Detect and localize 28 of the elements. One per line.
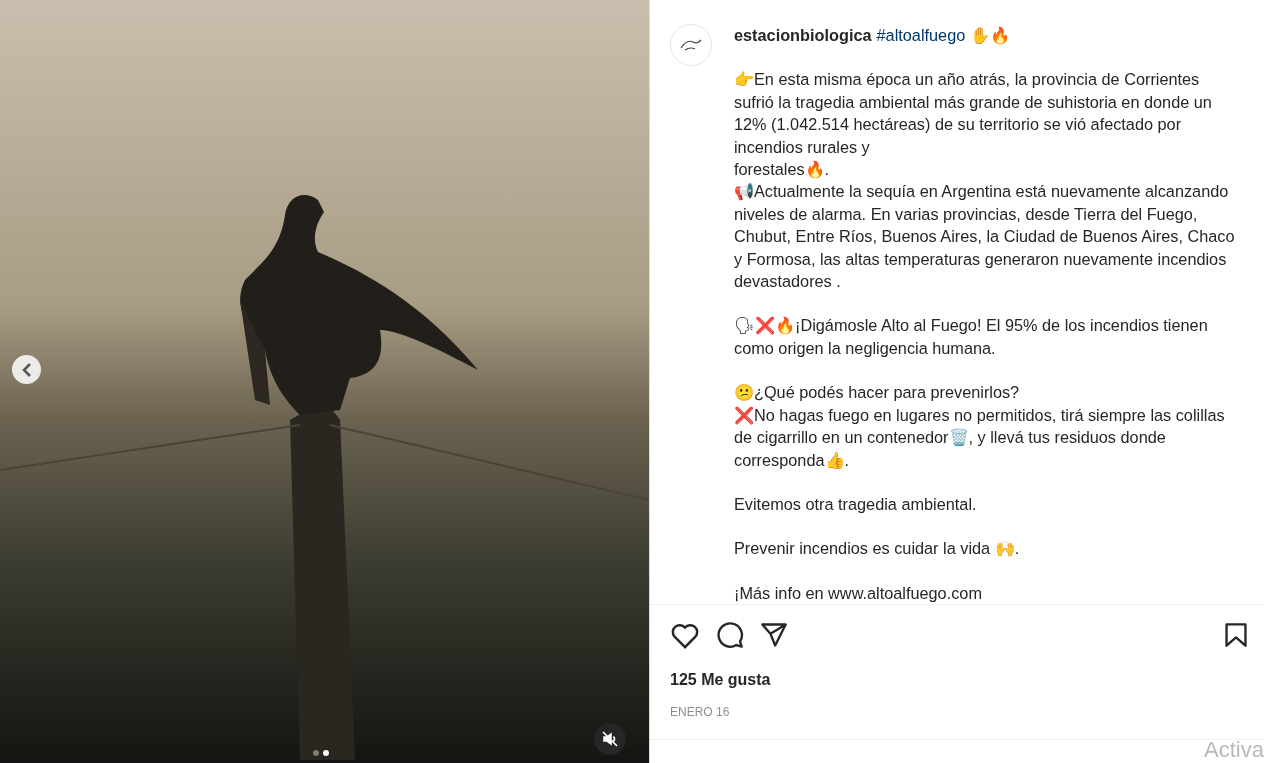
speech-bubble-icon [716,621,744,649]
paper-plane-icon [760,622,788,648]
likes-count[interactable]: 125 Me gusta [650,649,1264,689]
share-button[interactable] [760,622,788,648]
comment-button[interactable] [716,621,744,649]
like-button[interactable] [670,621,700,649]
emoji-text: ✋🔥 [970,25,1011,46]
caption-text: ❌No hagas fuego en lugares no permitidos, tirá siempre las colillas de cigarrillo en un contenedor🗑, y llevá tus residuos donde corresponda👍. [734,404,1226,471]
caption-text: Prevenir incendios es cuidar la vida 🙌. [734,538,1021,560]
caption-text: 📢Actualmente la sequía en Argentina está nuevamente alcanzando niveles de alarma. En varias provincias, desde Tierra del Fuego, Chubut, Entre Ríos, Buenos Aires, la Ciudad de Buenos Aires, Chaco y Formosa, las altas temperaturas generaron nuevamente incendios devastadores . [734,181,1236,293]
caption-text: 🗣❌🔥¡Digámosle Alto al Fuego! El 95% de los incendios tienen como origen la negligencia humana. [734,315,1209,359]
heart-icon [670,621,700,649]
mute-button[interactable] [594,723,626,755]
chevron-left-icon [21,362,32,377]
bookmark-icon [1224,622,1248,648]
carousel-dot[interactable] [323,750,329,756]
post-date: ENERO 16 [650,689,1264,740]
caption-text: 😕¿Qué podés hacer para prevenirlos? [734,382,1021,404]
caption-text: forestales🔥. [734,159,831,181]
caption-text: Evitemos otra tragedia ambiental. [734,493,978,515]
speaker-muted-icon [602,731,618,747]
save-button[interactable] [1224,622,1248,648]
watermark-text: Activa [1204,737,1264,763]
carousel-dot[interactable] [313,750,319,756]
caption-text: ¡Más info en www.altoalfuego.com [734,582,983,604]
username[interactable]: estacionbiologica [734,24,872,47]
hashtag-link[interactable]: #altoalfuego [876,24,966,47]
previous-button[interactable] [12,355,41,384]
